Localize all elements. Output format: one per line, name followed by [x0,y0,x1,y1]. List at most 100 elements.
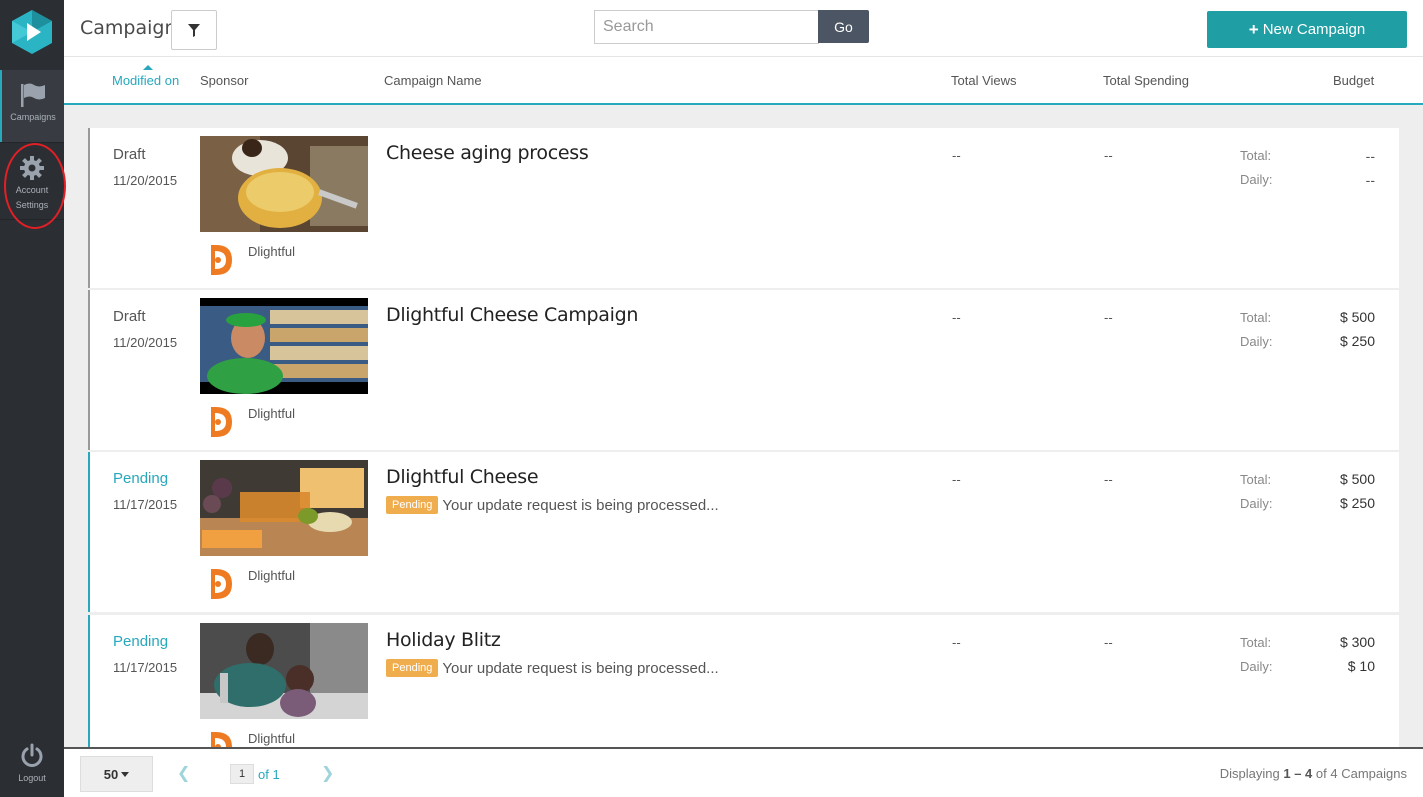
display-total: 4 Campaigns [1330,766,1407,781]
power-icon [21,743,43,767]
flag-icon [21,83,45,107]
sidebar: Campaigns Account Settings Logout [0,0,64,797]
budget-total-value: $ 300 [1339,634,1375,650]
sidebar-item-account-settings[interactable]: Account Settings [0,142,64,220]
pending-badge: Pending [386,496,439,514]
budget-daily-label: Daily: [1240,334,1273,349]
total-views: -- [952,148,961,163]
col-total-views[interactable]: Total Views [951,73,1017,88]
col-modified-on[interactable]: Modified on [112,73,179,88]
total-views: -- [952,310,961,325]
modified-date: 11/17/2015 [113,660,178,675]
display-summary: Displaying 1 – 4 of 4 Campaigns [1220,766,1407,781]
budget-daily-label: Daily: [1240,172,1273,187]
dlightful-logo-icon [211,569,232,599]
gear-icon [20,156,44,180]
budget-daily-value: $ 10 [1347,658,1375,674]
campaign-row[interactable]: Draft 11/20/2015 Dlightful Dlightful Che… [88,290,1399,450]
budget-daily-value: -- [1365,172,1375,188]
status-label: Draft [113,146,146,163]
campaign-thumbnail[interactable] [200,460,368,556]
new-campaign-label: New Campaign [1262,21,1366,38]
page-count: of 1 [258,767,280,782]
total-views: -- [952,635,961,650]
campaign-thumbnail[interactable] [200,623,368,719]
chevron-right-icon[interactable]: ❯ [321,763,334,783]
campaign-row[interactable]: Pending 11/17/2015 Dlightful Dlightful C… [88,452,1399,612]
campaign-thumbnail[interactable] [200,298,368,394]
go-button[interactable]: Go [818,10,869,43]
budget-daily-label: Daily: [1240,496,1273,511]
status-label: Draft [113,308,146,325]
sidebar-item-label: Account Settings [15,185,49,210]
pending-badge: Pending [386,659,439,677]
modified-date: 11/17/2015 [113,497,178,512]
budget-total-value: -- [1365,148,1375,164]
budget-total-value: $ 500 [1339,471,1375,487]
sidebar-item-campaigns[interactable]: Campaigns [0,70,64,142]
total-spending: -- [1104,472,1113,487]
chevron-left-icon[interactable]: ❮ [177,763,190,783]
sponsor-name: Dlightful [248,731,295,746]
display-prefix: Displaying [1219,766,1280,781]
campaign-list: Draft 11/20/2015 Dlightful Cheese aging … [88,128,1399,747]
campaign-name[interactable]: Holiday Blitz [386,629,501,651]
sidebar-item-label: Campaigns [10,112,56,122]
column-headers: Modified on Sponsor Campaign Name Total … [64,57,1423,105]
modified-date: 11/20/2015 [113,173,178,188]
filter-button[interactable] [171,10,217,50]
col-total-spending[interactable]: Total Spending [1103,73,1189,88]
sidebar-item-logout[interactable]: Logout [0,743,64,797]
pending-notice: Pending Your update request is being pro… [386,496,719,514]
budget-daily-value: $ 250 [1339,495,1375,511]
filter-icon [188,23,200,37]
per-page-select[interactable]: 50 [80,756,153,792]
campaign-thumbnail[interactable] [200,136,368,232]
campaign-row[interactable]: Pending 11/17/2015 Dlightful Holiday Bli… [88,615,1399,747]
top-header: Campaigns Go + New Campaign [64,0,1423,57]
current-page-input[interactable]: 1 [230,764,254,784]
sponsor-name: Dlightful [248,244,295,259]
campaign-name[interactable]: Dlightful Cheese [386,466,539,488]
pending-message: Your update request is being processed..… [442,659,719,677]
new-campaign-button[interactable]: + New Campaign [1207,11,1407,48]
col-budget[interactable]: Budget [1333,73,1374,88]
dlightful-logo-icon [211,732,232,747]
col-sponsor[interactable]: Sponsor [200,73,248,88]
display-range: 1 – 4 [1283,766,1313,781]
col-campaign-name[interactable]: Campaign Name [384,73,482,88]
total-spending: -- [1104,148,1113,163]
plus-icon: + [1248,19,1259,39]
total-spending: -- [1104,310,1113,325]
pending-notice: Pending Your update request is being pro… [386,659,719,677]
pagination-footer: 50 ❮ 1 of 1 ❯ Displaying 1 – 4 of 4 Camp… [64,747,1423,797]
budget-daily-label: Daily: [1240,659,1273,674]
campaign-row[interactable]: Draft 11/20/2015 Dlightful Cheese aging … [88,128,1399,288]
display-of: of [1315,766,1327,781]
budget-total-label: Total: [1240,148,1272,163]
search-input[interactable] [594,10,819,44]
logo-icon [12,10,52,54]
caret-down-icon [121,771,130,777]
budget-total-label: Total: [1240,310,1272,325]
sort-ascending-icon [143,65,153,70]
sponsor-name: Dlightful [248,568,295,583]
sidebar-item-label: Logout [18,773,46,783]
budget-total-label: Total: [1240,635,1272,650]
modified-date: 11/20/2015 [113,335,178,350]
campaign-name[interactable]: Cheese aging process [386,142,589,164]
sponsor-name: Dlightful [248,406,295,421]
budget-daily-value: $ 250 [1339,333,1375,349]
total-views: -- [952,472,961,487]
pending-message: Your update request is being processed..… [442,496,719,514]
dlightful-logo-icon [211,407,232,437]
dlightful-logo-icon [211,245,232,275]
app-logo[interactable] [0,0,64,64]
status-label: Pending [113,633,169,650]
budget-total-value: $ 500 [1339,309,1375,325]
total-spending: -- [1104,635,1113,650]
per-page-value: 50 [103,766,119,782]
status-label: Pending [113,470,169,487]
campaign-name[interactable]: Dlightful Cheese Campaign [386,304,638,326]
budget-total-label: Total: [1240,472,1272,487]
